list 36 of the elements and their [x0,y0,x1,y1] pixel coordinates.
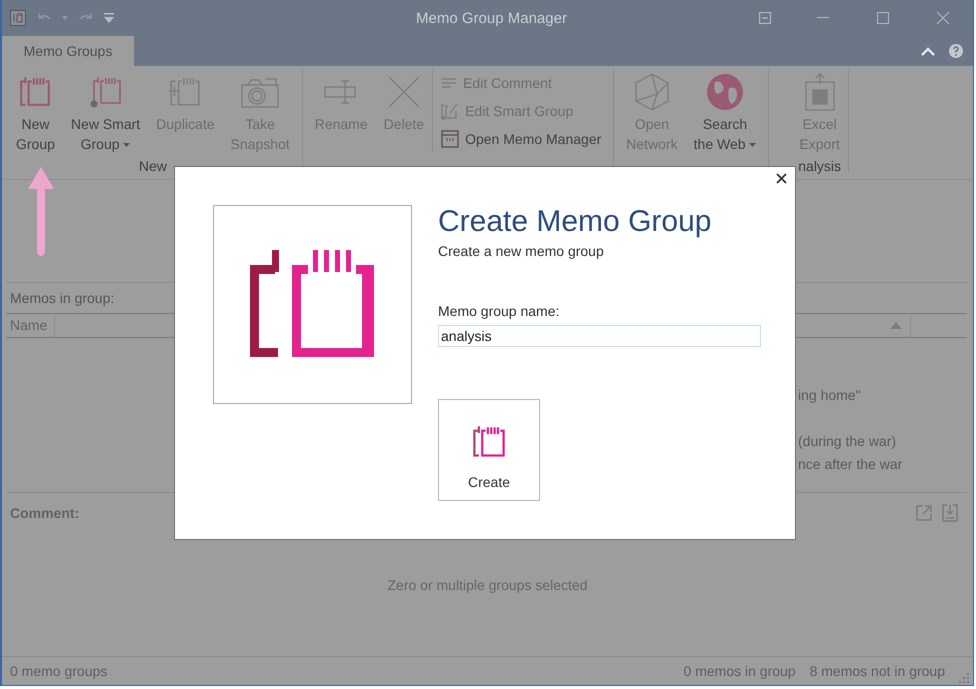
maximize-icon[interactable] [877,12,889,24]
memo-group-icon [18,75,52,109]
ribbon-group-label: nalysis [797,158,842,174]
delete-icon [386,75,421,109]
memo-window-icon [441,130,460,148]
edit-smart-group-icon [441,102,460,120]
ribbon-tab[interactable]: Memo Groups [2,36,134,66]
dropdown-caret-icon[interactable] [62,16,68,20]
create-button[interactable]: Create [438,399,540,501]
window-title: Memo Group Manager [415,10,568,26]
panel-title: Memos in group: [10,290,114,306]
restore-pane-icon[interactable] [759,12,771,24]
comment-label: Comment: [10,505,80,521]
field-label: Memo group name: [438,303,560,319]
dialog-title: Create Memo Group [438,205,712,239]
customize-menu-icon[interactable] [104,13,114,23]
resize-grip-icon[interactable] [959,673,969,683]
group-name-input[interactable]: analysis [438,325,761,347]
ribbon-group-label: New [138,158,168,174]
collapse-ribbon-icon[interactable] [921,47,935,56]
sort-ascending-icon [890,322,902,329]
ribbon-button[interactable]: New Group [8,70,63,154]
close-icon[interactable] [774,171,789,186]
ribbon-button[interactable]: Search the Web [686,70,764,154]
status-text: 0 memo groups [10,663,108,679]
ribbon-button[interactable]: Open Memo Manager [441,126,602,151]
ribbon-button[interactable]: New Smart Group [62,70,148,154]
hexagon-icon [632,72,671,112]
status-text: 0 memos in group [684,663,796,679]
status-text: 8 memos not in group [810,663,945,679]
help-icon[interactable] [949,44,963,58]
column-header[interactable]: Name [6,314,55,337]
app-icon [10,10,26,26]
dialog-subtitle: Create a new memo group [438,243,605,259]
spreadsheet-export-icon [802,72,837,112]
minimize-icon[interactable] [817,17,829,19]
